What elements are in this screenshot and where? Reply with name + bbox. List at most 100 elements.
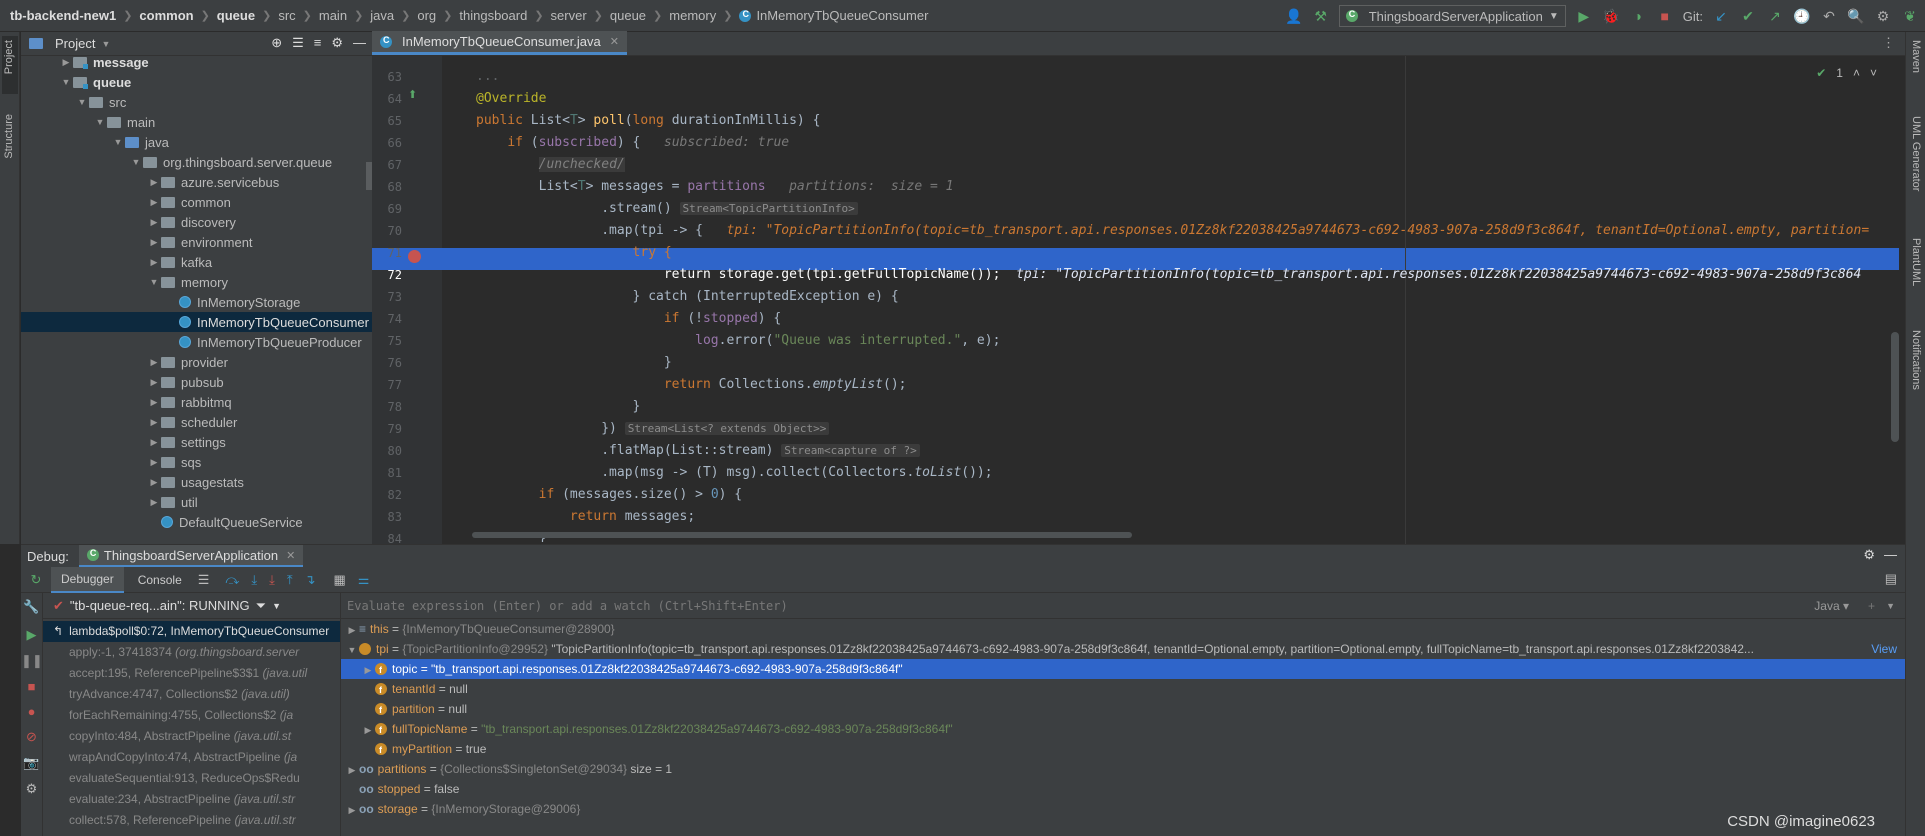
variable-row[interactable]: ▶ ≡ this = {InMemoryTbQueueConsumer@28900} — [341, 619, 1905, 639]
frame-item-selected[interactable]: ↰ lambda$poll$0:72, InMemoryTbQueueConsum… — [43, 621, 340, 642]
breadcrumb-class[interactable]: InMemoryTbQueueConsumer — [756, 8, 928, 23]
step-over-icon[interactable]: ⤼ — [225, 572, 239, 588]
coverage-icon[interactable]: ◑ — [1629, 7, 1647, 25]
close-icon[interactable]: ✕ — [286, 549, 295, 562]
tab-console[interactable]: Console — [128, 567, 192, 593]
breadcrumb-org[interactable]: org — [417, 8, 436, 23]
filter-icon[interactable]: ⏷ — [256, 598, 266, 614]
gear-icon[interactable]: ⚙ — [331, 35, 343, 51]
tree-item[interactable]: ▼ src — [21, 92, 372, 112]
minimize-icon[interactable]: — — [1884, 547, 1897, 562]
git-commit-icon[interactable]: ✔ — [1739, 7, 1757, 25]
variable-row[interactable]: tenantId = null — [341, 679, 1905, 700]
tree-item[interactable]: ▼ java — [21, 132, 372, 152]
inspection-widget[interactable]: ✔ 1 ˄ ˅ — [1816, 66, 1877, 80]
stop-icon[interactable]: ■ — [1656, 7, 1674, 25]
tree-item[interactable]: ▶ kafka — [21, 252, 372, 272]
frame-item[interactable]: copyInto:484, AbstractPipeline (java.uti… — [43, 726, 340, 747]
debug-bug-icon[interactable]: 🐞 — [1602, 7, 1620, 25]
evaluate-expression-input[interactable]: Evaluate expression (Enter) or add a wat… — [341, 593, 1905, 619]
notifications-tool-tab[interactable]: Notifications — [1910, 330, 1922, 390]
editor-tab-active[interactable]: InMemoryTbQueueConsumer.java ✕ — [372, 31, 627, 55]
search-icon[interactable]: 🔍 — [1847, 7, 1865, 25]
variable-row[interactable]: oo stopped = false — [341, 779, 1905, 799]
mute-breakpoints-icon[interactable]: ⊘ — [21, 729, 42, 745]
wrench-icon[interactable]: 🔧 — [21, 599, 42, 615]
chevron-down-icon[interactable]: ▼ — [272, 601, 281, 611]
tree-item[interactable]: ▶ environment — [21, 232, 372, 252]
history-icon[interactable]: 🕘 — [1793, 7, 1811, 25]
breadcrumb-thingsboard[interactable]: thingsboard — [459, 8, 527, 23]
view-breakpoints-icon[interactable]: ● — [21, 704, 42, 719]
tree-item[interactable]: ▼ org.thingsboard.server.queue — [21, 152, 372, 172]
locate-icon[interactable]: ⊕ — [271, 35, 282, 51]
collapse-all-icon[interactable]: ≡ — [314, 35, 322, 51]
editor-vertical-scrollbar[interactable] — [1891, 332, 1899, 442]
frame-item[interactable]: evaluate:234, AbstractPipeline (java.uti… — [43, 789, 340, 810]
close-icon[interactable]: ✕ — [610, 35, 619, 48]
tree-item[interactable]: ▶ scheduler — [21, 412, 372, 432]
debug-session-tab[interactable]: ThingsboardServerApplication ✕ — [78, 545, 304, 567]
view-link[interactable]: View — [1871, 639, 1897, 659]
more-icon[interactable]: ⋮ — [1882, 35, 1895, 51]
menu-icon[interactable]: ☰ — [198, 572, 210, 588]
tree-item[interactable]: ▼ queue — [21, 72, 372, 92]
breadcrumb-memory[interactable]: memory — [669, 8, 716, 23]
frame-item[interactable]: accept:195, ReferencePipeline$3$1 (java.… — [43, 663, 340, 684]
run-configuration-select[interactable]: ThingsboardServerApplication ▼ — [1338, 5, 1566, 27]
breadcrumb-queue-pkg[interactable]: queue — [610, 8, 646, 23]
tree-item[interactable]: InMemoryTbQueueProducer — [21, 332, 372, 352]
layout-icon[interactable]: ▤ — [1885, 571, 1897, 587]
chevron-down-icon[interactable]: ▼ — [1886, 601, 1895, 611]
tree-item[interactable]: ▶ azure.servicebus — [21, 172, 372, 192]
chevron-down-icon[interactable]: ▼ — [101, 39, 110, 49]
gear-icon[interactable]: ⚙ — [1874, 7, 1892, 25]
tab-debugger[interactable]: Debugger — [51, 566, 124, 593]
project-tool-tab[interactable]: Project — [3, 40, 15, 74]
override-marker-icon[interactable]: ⬆ — [408, 88, 417, 101]
run-to-cursor-icon[interactable]: ↴ — [305, 572, 316, 588]
plantuml-tool-tab[interactable]: PlantUML — [1910, 238, 1922, 286]
step-out-icon[interactable]: ⤒ — [287, 572, 293, 588]
tree-item[interactable]: ▶ usagestats — [21, 472, 372, 492]
camera-icon[interactable]: 📷 — [21, 755, 42, 771]
gear-icon[interactable]: ⚙ — [1863, 547, 1875, 563]
git-update-icon[interactable]: ↙ — [1712, 7, 1730, 25]
structure-tool-tab[interactable]: Structure — [3, 114, 15, 159]
breakpoint-icon[interactable] — [408, 250, 421, 263]
uml-generator-tool-tab[interactable]: UML Generator — [1910, 116, 1922, 191]
breadcrumb-src[interactable]: src — [278, 8, 295, 23]
tree-item[interactable]: DefaultQueueService — [21, 512, 372, 532]
breadcrumb-project[interactable]: tb-backend-new1 — [10, 8, 116, 23]
step-into-icon[interactable]: ⤓ — [251, 572, 257, 588]
tree-item[interactable]: ▼ memory — [21, 272, 372, 292]
breadcrumb-main[interactable]: main — [319, 8, 347, 23]
force-step-into-icon[interactable]: ⤓ — [269, 572, 275, 588]
breadcrumb-queue[interactable]: queue — [217, 8, 255, 23]
breadcrumb-common[interactable]: common — [139, 8, 193, 23]
tree-item[interactable]: ▶ discovery — [21, 212, 372, 232]
variable-row[interactable]: partition = null — [341, 699, 1905, 720]
run-icon[interactable]: ▶ — [1575, 7, 1593, 25]
tree-item[interactable]: ▶ provider — [21, 352, 372, 372]
pause-icon[interactable]: ❚❚ — [21, 653, 43, 669]
variable-row-selected[interactable]: ▶topic = "tb_transport.api.responses.01Z… — [341, 659, 1905, 680]
trace-icon[interactable]: ⚌ — [358, 572, 370, 588]
rollback-icon[interactable]: ↶ — [1820, 7, 1838, 25]
tree-item[interactable]: InMemoryStorage — [21, 292, 372, 312]
user-icon[interactable]: 👤 — [1285, 7, 1303, 25]
frame-item[interactable]: collect:578, ReferencePipeline (java.uti… — [43, 810, 340, 831]
chevron-down-icon[interactable]: ˅ — [1870, 66, 1877, 80]
chevron-up-icon[interactable]: ˄ — [1853, 66, 1860, 80]
project-title[interactable]: Project — [55, 36, 95, 51]
frame-item[interactable]: tryAdvance:4747, Collections$2 (java.uti… — [43, 684, 340, 705]
breadcrumb-server[interactable]: server — [551, 8, 587, 23]
variable-row[interactable]: ▶ oo storage = {InMemoryStorage@29006} — [341, 799, 1905, 819]
variable-row[interactable]: myPartition = true — [341, 739, 1905, 760]
frame-item[interactable]: forEachRemaining:4755, Collections$2 (ja — [43, 705, 340, 726]
tree-item[interactable]: ▼ main — [21, 112, 372, 132]
tree-item[interactable]: ▶ message — [21, 52, 372, 72]
add-watch-icon[interactable]: + — [1868, 599, 1875, 613]
variable-row[interactable]: ▶ oo partitions = {Collections$SingletonSe… — [341, 759, 1905, 779]
editor-horizontal-scrollbar[interactable] — [472, 532, 1132, 538]
